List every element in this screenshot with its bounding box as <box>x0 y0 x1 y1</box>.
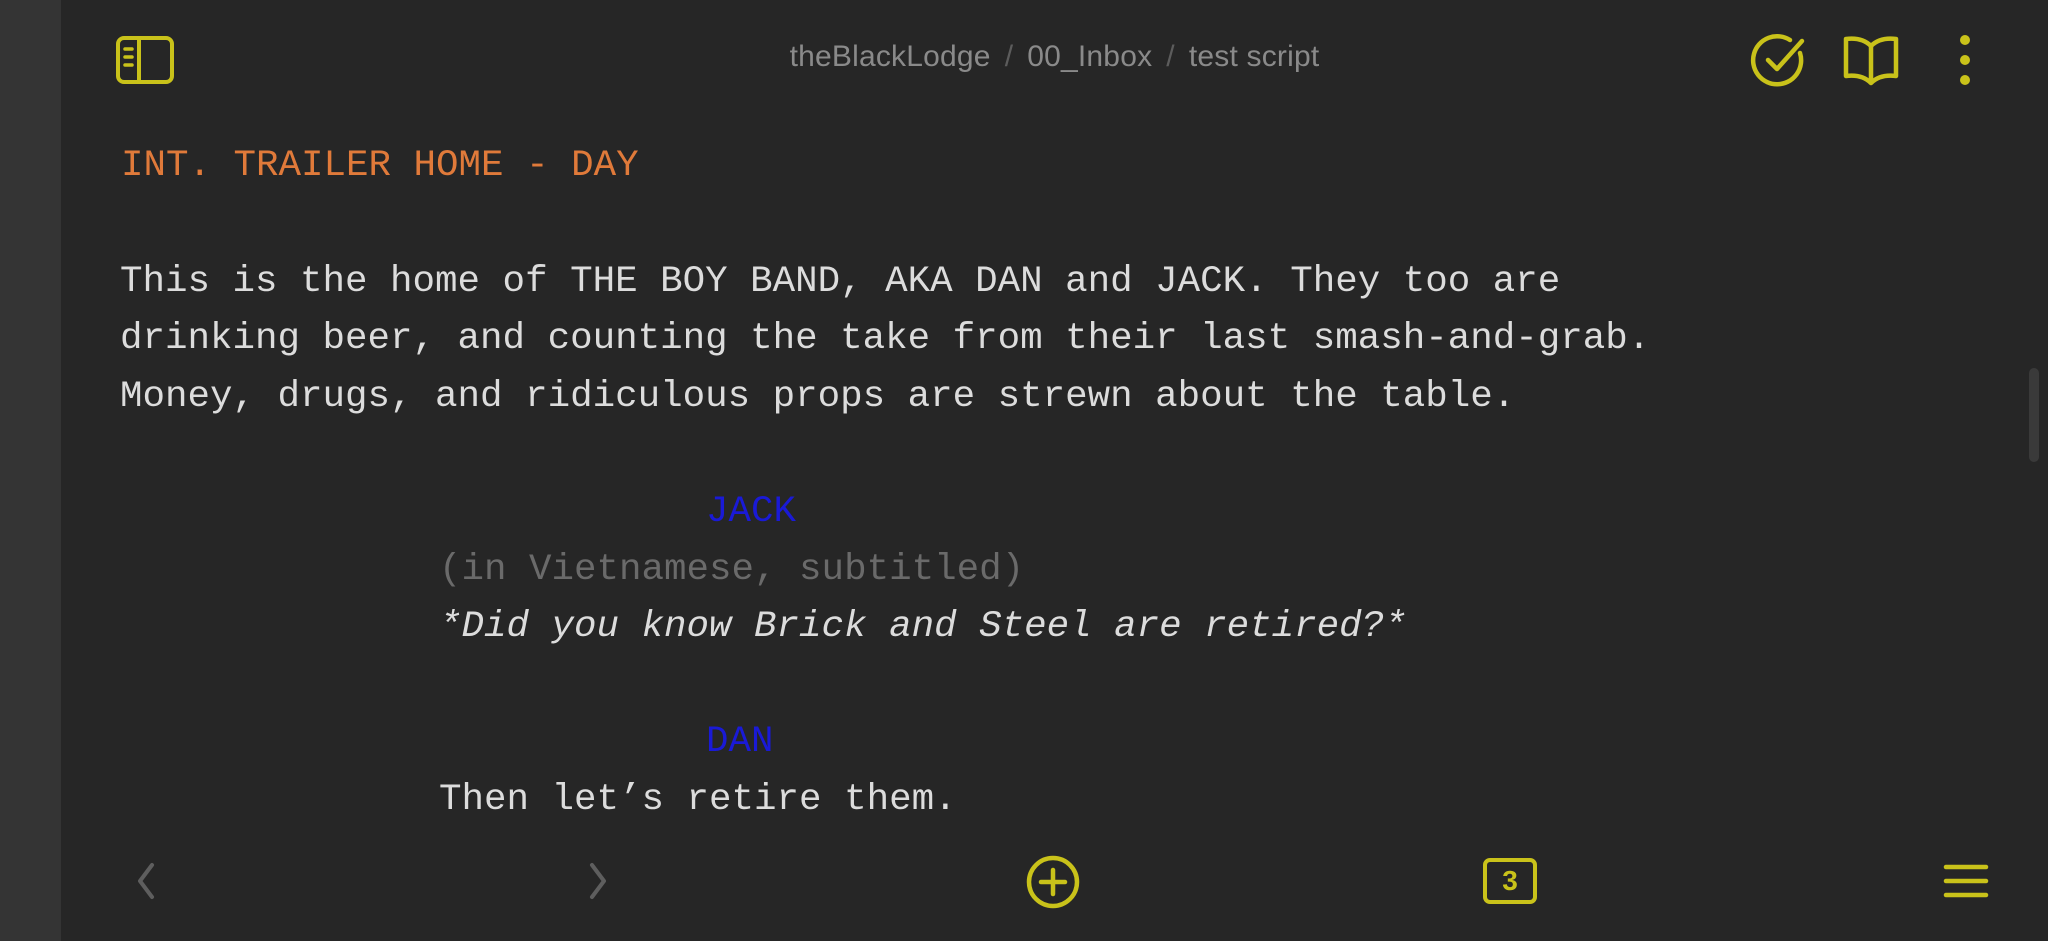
dialogue-line: Then let’s retire them. <box>439 779 957 821</box>
character-name: JACK <box>706 491 797 533</box>
menu-button[interactable] <box>1941 856 1991 906</box>
app-window: theBlackLodge / 00_Inbox / test script INT… <box>0 0 2048 941</box>
parenthetical: (in Vietnamese, subtitled) <box>439 549 1025 591</box>
tab-switcher-button[interactable]: 3 <box>1483 858 1537 904</box>
scene-heading: INT. TRAILER HOME - DAY <box>121 145 639 187</box>
tab-count: 3 <box>1502 865 1518 896</box>
bottom-bar: 3 <box>61 840 2048 941</box>
check-circle-icon <box>1750 34 1805 87</box>
more-vertical-icon <box>1960 35 1970 85</box>
action-line: This is the home of THE BOY BAND, AKA DA… <box>120 261 1561 303</box>
dialogue-line: *Did you know Brick and Steel are retire… <box>439 606 1407 648</box>
screenplay-editor[interactable]: INT. TRAILER HOME - DAY This is the home… <box>61 120 2001 830</box>
scrollbar-thumb[interactable] <box>2029 368 2039 462</box>
top-bar: theBlackLodge / 00_Inbox / test script <box>61 0 2048 120</box>
breadcrumb-vault[interactable]: theBlackLodge <box>790 40 991 73</box>
back-button[interactable] <box>121 856 171 906</box>
action-line: drinking beer, and counting the take fro… <box>120 318 1651 360</box>
open-book-icon <box>1843 36 1899 86</box>
character-name: DAN <box>706 721 774 763</box>
check-button[interactable] <box>1749 30 1809 90</box>
breadcrumb-separator: / <box>1166 40 1175 73</box>
left-rail <box>0 0 61 941</box>
chevron-left-icon <box>138 863 154 899</box>
breadcrumb-separator: / <box>1004 40 1014 73</box>
main-pane: theBlackLodge / 00_Inbox / test script INT… <box>61 0 2048 941</box>
plus-circle-icon <box>1026 855 1080 909</box>
forward-button[interactable] <box>573 856 623 906</box>
chevron-right-icon <box>590 863 606 899</box>
action-line: Money, drugs, and ridiculous props are s… <box>120 376 1516 418</box>
breadcrumb-folder[interactable]: 00_Inbox <box>1027 40 1152 73</box>
new-tab-button[interactable] <box>1023 852 1083 912</box>
hamburger-menu-icon <box>1943 864 1989 898</box>
more-options-button[interactable] <box>1945 30 1985 90</box>
reading-view-button[interactable] <box>1841 30 1901 90</box>
breadcrumb-file[interactable]: test script <box>1189 40 1320 73</box>
